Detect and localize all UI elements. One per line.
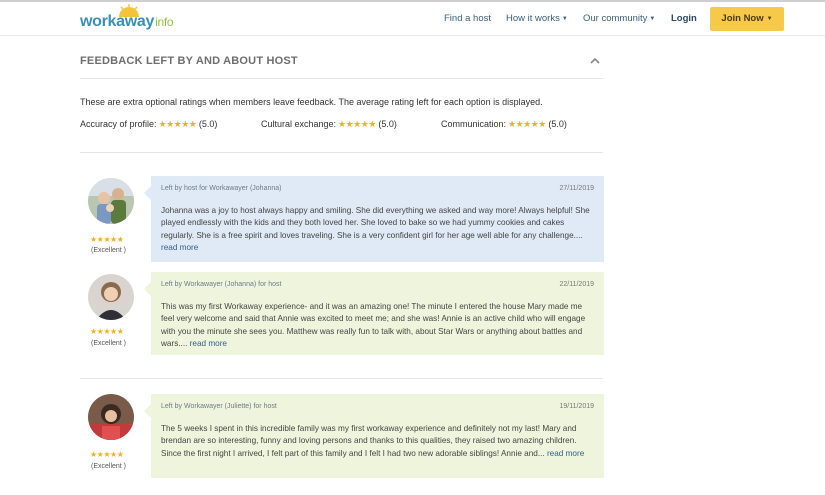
rating-communication: Communication: ★★★★★ (5.0): [441, 119, 567, 129]
review-date: 22/11/2019: [559, 281, 594, 288]
divider: [80, 152, 603, 153]
review-bubble: Left by Workawayer (Johanna) for host 22…: [144, 272, 604, 355]
review-bubble: Left by host for Workawayer (Johanna) 27…: [144, 176, 604, 262]
star-rating-icon: ★★★★★: [90, 450, 124, 459]
ratings-intro: These are extra optional ratings when me…: [80, 97, 543, 107]
review-item: ★★★★★ (Excellent ) Left by Workawayer (J…: [80, 272, 605, 355]
section-title: FEEDBACK LEFT BY AND ABOUT HOST: [80, 55, 298, 67]
review-text: This was my first Workaway experience- a…: [161, 302, 586, 349]
review-text: Johanna was a joy to host always happy a…: [161, 206, 590, 253]
caret-down-icon: ▼: [561, 16, 568, 22]
chevron-up-icon[interactable]: [589, 55, 601, 67]
rating-cultural-exchange: Cultural exchange: ★★★★★ (5.0): [261, 119, 397, 129]
star-rating-icon: ★★★★★: [338, 119, 376, 129]
caret-down-icon: ▼: [649, 16, 656, 22]
review-item: ★★★★★ (Excellent ) Left by Workawayer (J…: [80, 394, 605, 478]
review-text: The 5 weeks I spent in this incredible f…: [161, 424, 585, 458]
avatar-photo: [88, 394, 134, 440]
nav-find-a-host[interactable]: Find a host: [444, 13, 491, 24]
nav-our-community[interactable]: Our community ▼: [583, 13, 655, 24]
rating-label: (Excellent ): [91, 247, 127, 254]
read-more-link[interactable]: read more: [547, 449, 584, 458]
avatar-photo: [88, 178, 134, 224]
star-rating-icon: ★★★★★: [508, 119, 546, 129]
star-rating-icon: ★★★★★: [90, 235, 124, 244]
nav-how-it-works[interactable]: How it works ▼: [506, 13, 568, 24]
caret-down-icon: ▼: [766, 16, 773, 22]
review-author: Left by Workawayer (Juliette) for host: [161, 403, 277, 410]
avatar-photo: [88, 274, 134, 320]
read-more-link[interactable]: read more: [190, 339, 227, 348]
avatar[interactable]: [88, 394, 134, 440]
review-item: ★★★★★ (Excellent ) Left by host for Work…: [80, 176, 605, 262]
read-more-link[interactable]: read more: [161, 243, 198, 252]
divider: [80, 78, 603, 79]
review-author: Left by host for Workawayer (Johanna): [161, 185, 282, 192]
star-rating-icon: ★★★★★: [90, 327, 124, 336]
avatar[interactable]: [88, 274, 134, 320]
star-rating-icon: ★★★★★: [158, 119, 197, 129]
rating-accuracy: Accuracy of profile: ★★★★★ (5.0): [80, 119, 218, 129]
top-navbar: workawayinfo Find a host How it works ▼ O…: [0, 2, 825, 36]
review-date: 19/11/2019: [559, 403, 594, 410]
review-bubble: Left by Workawayer (Juliette) for host 1…: [144, 394, 604, 478]
review-date: 27/11/2019: [559, 185, 594, 192]
nav-login[interactable]: Login: [671, 13, 697, 24]
divider: [80, 378, 603, 379]
join-now-button[interactable]: Join Now ▼: [710, 7, 784, 31]
rating-label: (Excellent ): [91, 340, 127, 347]
avatar[interactable]: [88, 178, 134, 224]
review-author: Left by Workawayer (Johanna) for host: [161, 281, 282, 288]
rating-label: (Excellent ): [91, 463, 127, 470]
logo-text: workawayinfo: [80, 13, 174, 30]
